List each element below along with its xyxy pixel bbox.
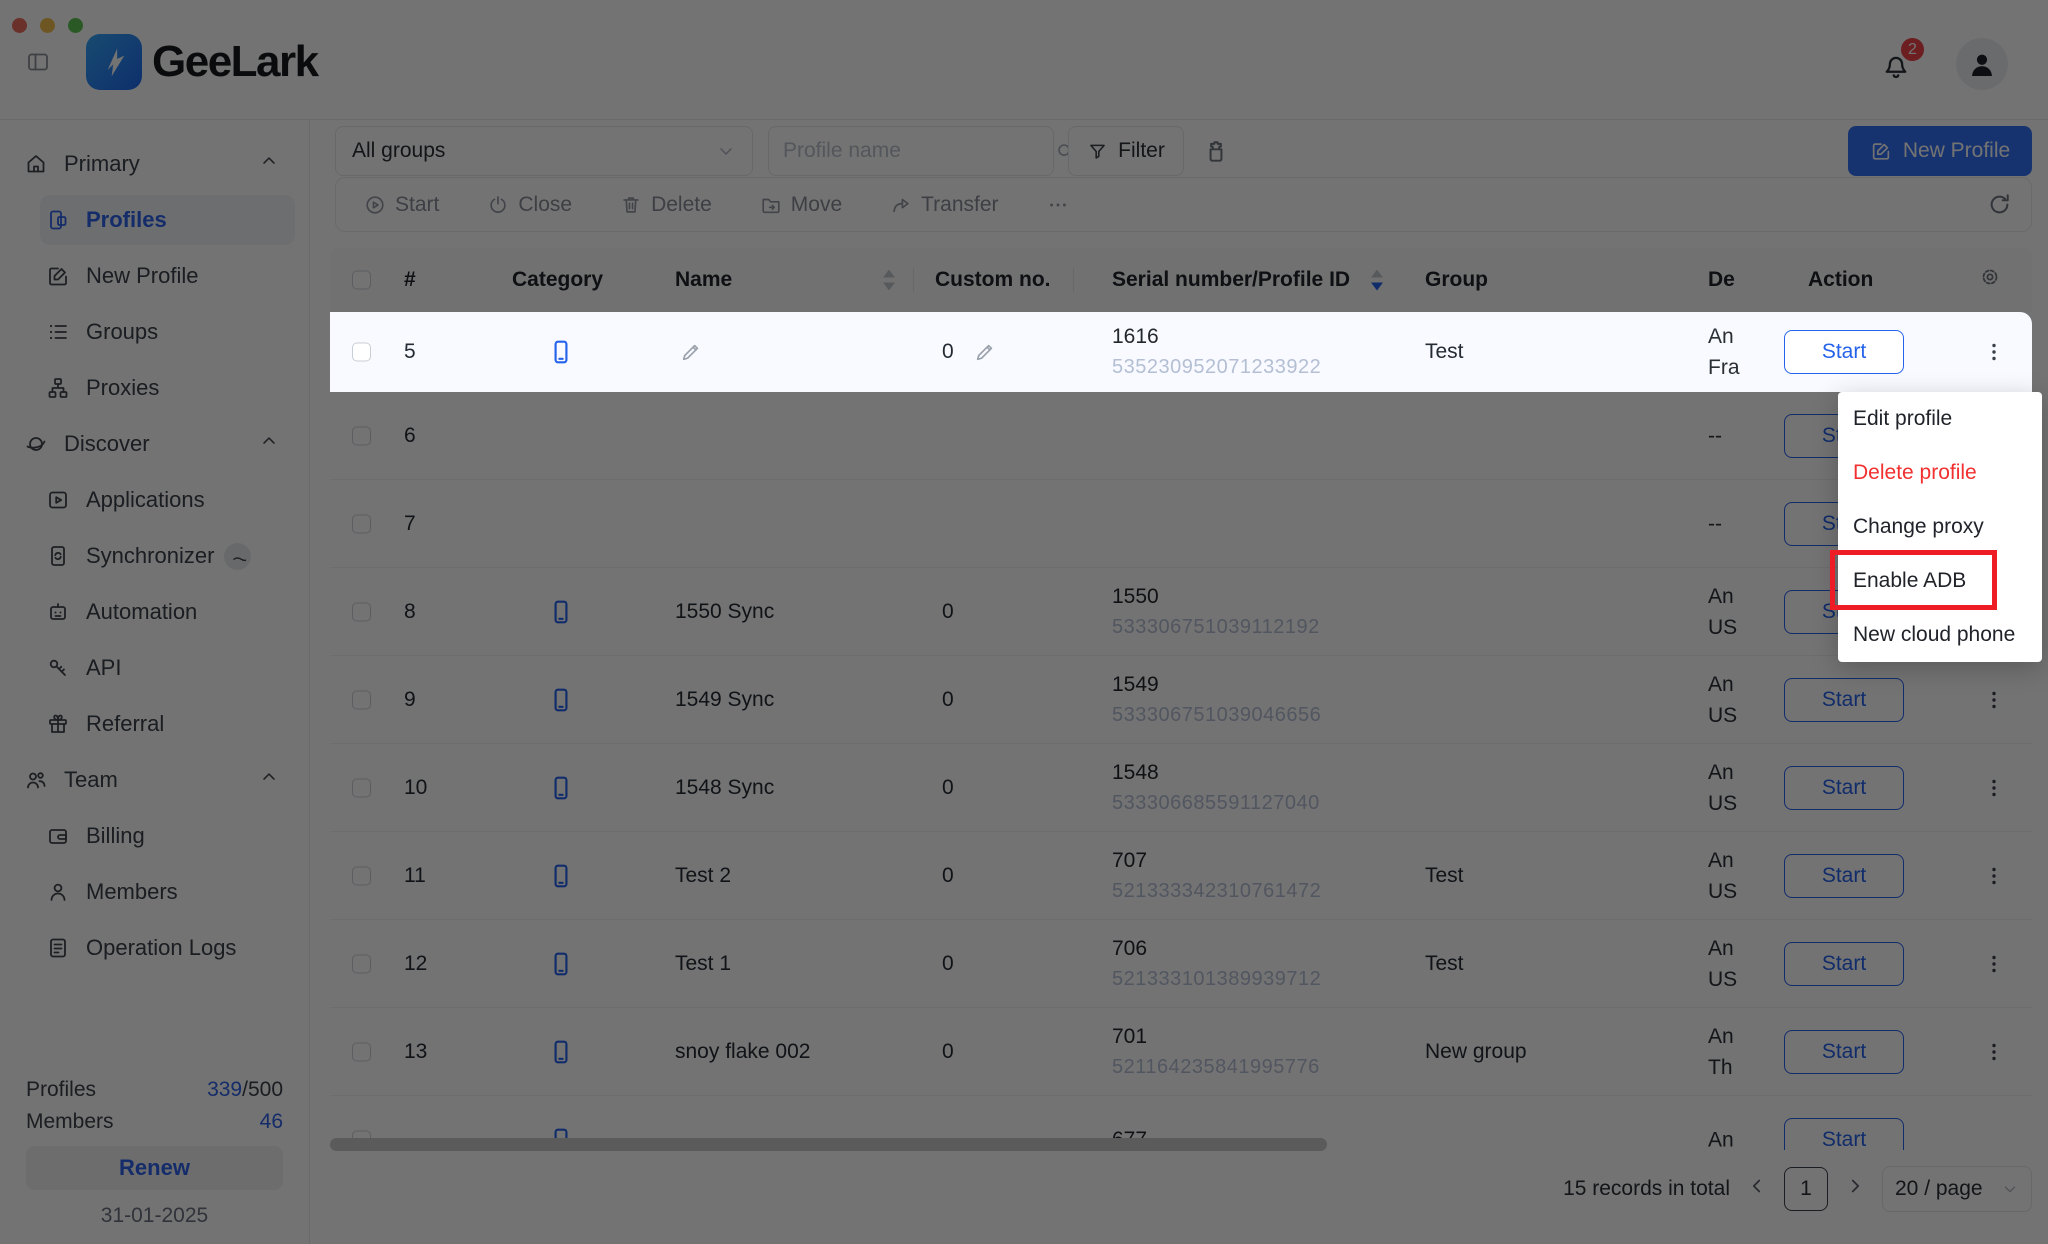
menu-item-new-cloud-phone[interactable]: New cloud phone <box>1838 608 2042 662</box>
row-checkbox[interactable] <box>352 343 371 362</box>
device-cell: An Fra <box>1708 321 1740 383</box>
dim-overlay <box>0 0 2048 1244</box>
profile-id: 535230952071233922 <box>1112 352 1321 382</box>
start-button[interactable]: Start <box>1784 330 1904 374</box>
device-line2: Fra <box>1708 352 1740 383</box>
device-line1: An <box>1708 321 1740 352</box>
menu-item-change-proxy[interactable]: Change proxy <box>1838 500 2042 554</box>
custom-no: 0 <box>942 340 954 364</box>
table-row-highlighted[interactable]: 5 0 1616 535230952071233922 Test An Fra … <box>330 312 2032 392</box>
app: { "header": { "brand": "GeeLark", "notif… <box>0 0 2048 1244</box>
edit-custom-no-pencil-icon[interactable] <box>974 341 996 363</box>
row-more-menu-icon[interactable] <box>1982 340 2006 364</box>
serial-number: 1616 <box>1112 322 1321 352</box>
row-number: 5 <box>404 340 416 364</box>
enable-adb-highlight-box <box>1830 550 1997 610</box>
phone-category-icon <box>548 339 574 365</box>
row-context-menu: Edit profile Delete profile Change proxy… <box>1838 392 2042 662</box>
menu-item-delete-profile[interactable]: Delete profile <box>1838 446 2042 500</box>
menu-item-edit-profile[interactable]: Edit profile <box>1838 392 2042 446</box>
edit-name-pencil-icon[interactable] <box>680 341 702 363</box>
group-name: Test <box>1425 340 1464 364</box>
serial-cell: 1616 535230952071233922 <box>1112 322 1321 382</box>
